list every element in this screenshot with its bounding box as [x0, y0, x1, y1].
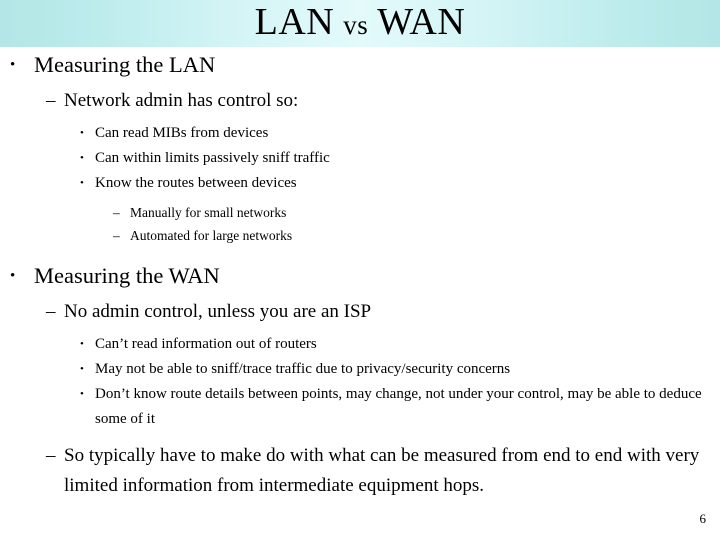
slide-title: LAN vs WAN — [0, 0, 720, 47]
bullet-manually-small-networks: – Manually for small networks — [113, 201, 720, 224]
bullet-passively-sniff-traffic: • Can within limits passively sniff traf… — [80, 146, 720, 171]
bullet-icon: • — [80, 152, 84, 164]
bullet-text: Know the routes between devices — [95, 175, 297, 191]
title-word-vs: vs — [343, 10, 369, 40]
bullet-automated-large-networks: – Automated for large networks — [113, 224, 720, 247]
bullet-text: Measuring the LAN — [34, 52, 216, 77]
bullet-measuring-the-wan: • Measuring the WAN — [10, 260, 720, 292]
slide: LAN vs WAN • Measuring the LAN – Network a… — [0, 0, 720, 540]
bullet-text: Manually for small networks — [130, 205, 287, 220]
bullet-end-to-end-measurement: – So typically have to make do with what… — [46, 441, 720, 501]
title-band: LAN vs WAN — [0, 0, 720, 47]
dash-icon: – — [46, 301, 56, 322]
bullet-text: Can read MIBs from devices — [95, 125, 269, 141]
dash-icon: – — [113, 228, 120, 243]
bullet-text: So typically have to make do with what c… — [64, 445, 700, 496]
bullet-dont-know-route-details: • Don’t know route details between point… — [80, 382, 720, 432]
bullet-text: Can within limits passively sniff traffi… — [95, 150, 330, 166]
bullet-text: Measuring the WAN — [34, 263, 220, 288]
bullet-icon: • — [80, 388, 84, 400]
page-number: 6 — [699, 511, 707, 526]
bullet-no-admin-control: – No admin control, unless you are an IS… — [46, 297, 720, 327]
bullet-icon: • — [80, 363, 84, 375]
bullet-text: May not be able to sniff/trace traffic d… — [95, 361, 511, 377]
bullet-text: Don’t know route details between points,… — [95, 386, 702, 427]
bullet-icon: • — [80, 127, 84, 139]
bullet-text: No admin control, unless you are an ISP — [64, 301, 372, 322]
bullet-icon: • — [10, 57, 16, 73]
bullet-text: Automated for large networks — [130, 228, 293, 243]
bullet-can-read-mibs: • Can read MIBs from devices — [80, 121, 720, 146]
bullet-know-the-routes: • Know the routes between devices — [80, 171, 720, 196]
slide-body: • Measuring the LAN – Network admin has … — [0, 47, 720, 497]
dash-icon: – — [46, 445, 56, 466]
bullet-text: Can’t read information out of routers — [95, 336, 317, 352]
title-word-lan: LAN — [254, 1, 335, 43]
bullet-privacy-security-concerns: • May not be able to sniff/trace traffic… — [80, 357, 720, 382]
bullet-cant-read-routers: • Can’t read information out of routers — [80, 332, 720, 357]
title-word-wan: WAN — [377, 1, 466, 43]
bullet-text: Network admin has control so: — [64, 90, 299, 111]
bullet-measuring-the-lan: • Measuring the LAN — [10, 49, 720, 81]
bullet-icon: • — [80, 338, 84, 350]
bullet-icon: • — [10, 268, 16, 284]
bullet-network-admin-control: – Network admin has control so: — [46, 86, 720, 116]
dash-icon: – — [113, 205, 120, 220]
bullet-icon: • — [80, 177, 84, 189]
dash-icon: – — [46, 90, 56, 111]
